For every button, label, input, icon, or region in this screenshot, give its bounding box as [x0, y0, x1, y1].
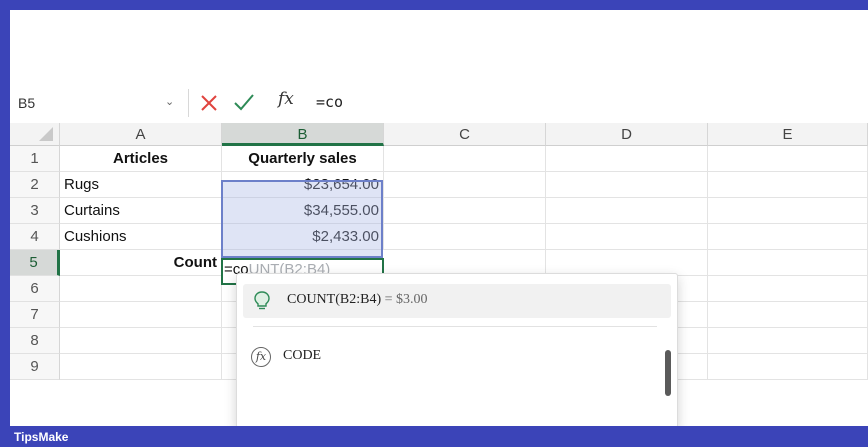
column-header-d[interactable]: D: [546, 123, 708, 146]
suggestion-result: $3.00: [396, 292, 428, 307]
cell-a8[interactable]: [60, 328, 222, 354]
row-header-6[interactable]: 6: [10, 276, 60, 302]
cell-c1[interactable]: [384, 146, 546, 172]
autocomplete-popup: COUNT(B2:B4) = $3.00 fx CODE: [236, 273, 678, 426]
name-box[interactable]: B5: [18, 95, 35, 111]
row-header-7[interactable]: 7: [10, 302, 60, 328]
cell-a5[interactable]: Count: [60, 250, 222, 276]
select-all-corner[interactable]: [10, 123, 60, 146]
spreadsheet-window: B5 ⌄ fx =co A B C D E 1 2 3 4 5 6 7 8 9 …: [10, 10, 868, 426]
fx-icon[interactable]: fx: [278, 89, 294, 109]
row-header-5[interactable]: 5: [10, 250, 60, 276]
cell-e2[interactable]: [708, 172, 868, 198]
suggestion-equals: =: [384, 292, 393, 307]
popup-divider: [253, 326, 657, 327]
cell-e5[interactable]: [708, 250, 868, 276]
column-header-e[interactable]: E: [708, 123, 868, 146]
cell-a3[interactable]: Curtains: [60, 198, 222, 224]
row-header-9[interactable]: 9: [10, 354, 60, 380]
lightbulb-icon: [254, 291, 270, 310]
chevron-down-icon[interactable]: ⌄: [165, 95, 174, 108]
cell-e4[interactable]: [708, 224, 868, 250]
cell-b1[interactable]: Quarterly sales: [222, 146, 384, 172]
suggestion-text: COUNT(B2:B4) = $3.00: [287, 292, 428, 308]
cell-b3[interactable]: $34,555.00: [222, 198, 384, 224]
cell-d4[interactable]: [546, 224, 708, 250]
formula-bar: B5 ⌄ fx =co: [10, 83, 868, 124]
cell-e1[interactable]: [708, 146, 868, 172]
cell-c4[interactable]: [384, 224, 546, 250]
checkmark-icon[interactable]: [232, 89, 256, 115]
cell-e8[interactable]: [708, 328, 868, 354]
cancel-icon[interactable]: [198, 89, 220, 115]
row-header-4[interactable]: 4: [10, 224, 60, 250]
suggestion-formula: COUNT(B2:B4): [287, 292, 382, 307]
cell-e7[interactable]: [708, 302, 868, 328]
function-item-label: CODE: [283, 348, 322, 363]
column-header-b[interactable]: B: [222, 123, 384, 146]
cell-b4[interactable]: $2,433.00: [222, 224, 384, 250]
cell-a6[interactable]: [60, 276, 222, 302]
cell-a9[interactable]: [60, 354, 222, 380]
function-icon: fx: [251, 347, 271, 367]
row-header-3[interactable]: 3: [10, 198, 60, 224]
formula-input[interactable]: =co: [316, 93, 343, 111]
cell-e9[interactable]: [708, 354, 868, 380]
cell-a4[interactable]: Cushions: [60, 224, 222, 250]
column-header-c[interactable]: C: [384, 123, 546, 146]
cell-e3[interactable]: [708, 198, 868, 224]
cell-d3[interactable]: [546, 198, 708, 224]
footer-brand-label: TipsMake: [14, 430, 69, 444]
cell-c2[interactable]: [384, 172, 546, 198]
cell-a7[interactable]: [60, 302, 222, 328]
column-header-a[interactable]: A: [60, 123, 222, 146]
corner-triangle-icon: [39, 127, 53, 141]
cell-a2[interactable]: Rugs: [60, 172, 222, 198]
function-item-code[interactable]: fx CODE: [247, 342, 627, 374]
cell-c3[interactable]: [384, 198, 546, 224]
row-header-2[interactable]: 2: [10, 172, 60, 198]
cell-d1[interactable]: [546, 146, 708, 172]
formula-suggestion[interactable]: COUNT(B2:B4) = $3.00: [243, 284, 671, 318]
cell-e6[interactable]: [708, 276, 868, 302]
popup-scrollbar[interactable]: [665, 350, 671, 396]
row-header-8[interactable]: 8: [10, 328, 60, 354]
cell-b2[interactable]: $23,654.00: [222, 172, 384, 198]
cell-d2[interactable]: [546, 172, 708, 198]
divider: [188, 89, 189, 117]
row-header-1[interactable]: 1: [10, 146, 60, 172]
cell-a1[interactable]: Articles: [60, 146, 222, 172]
